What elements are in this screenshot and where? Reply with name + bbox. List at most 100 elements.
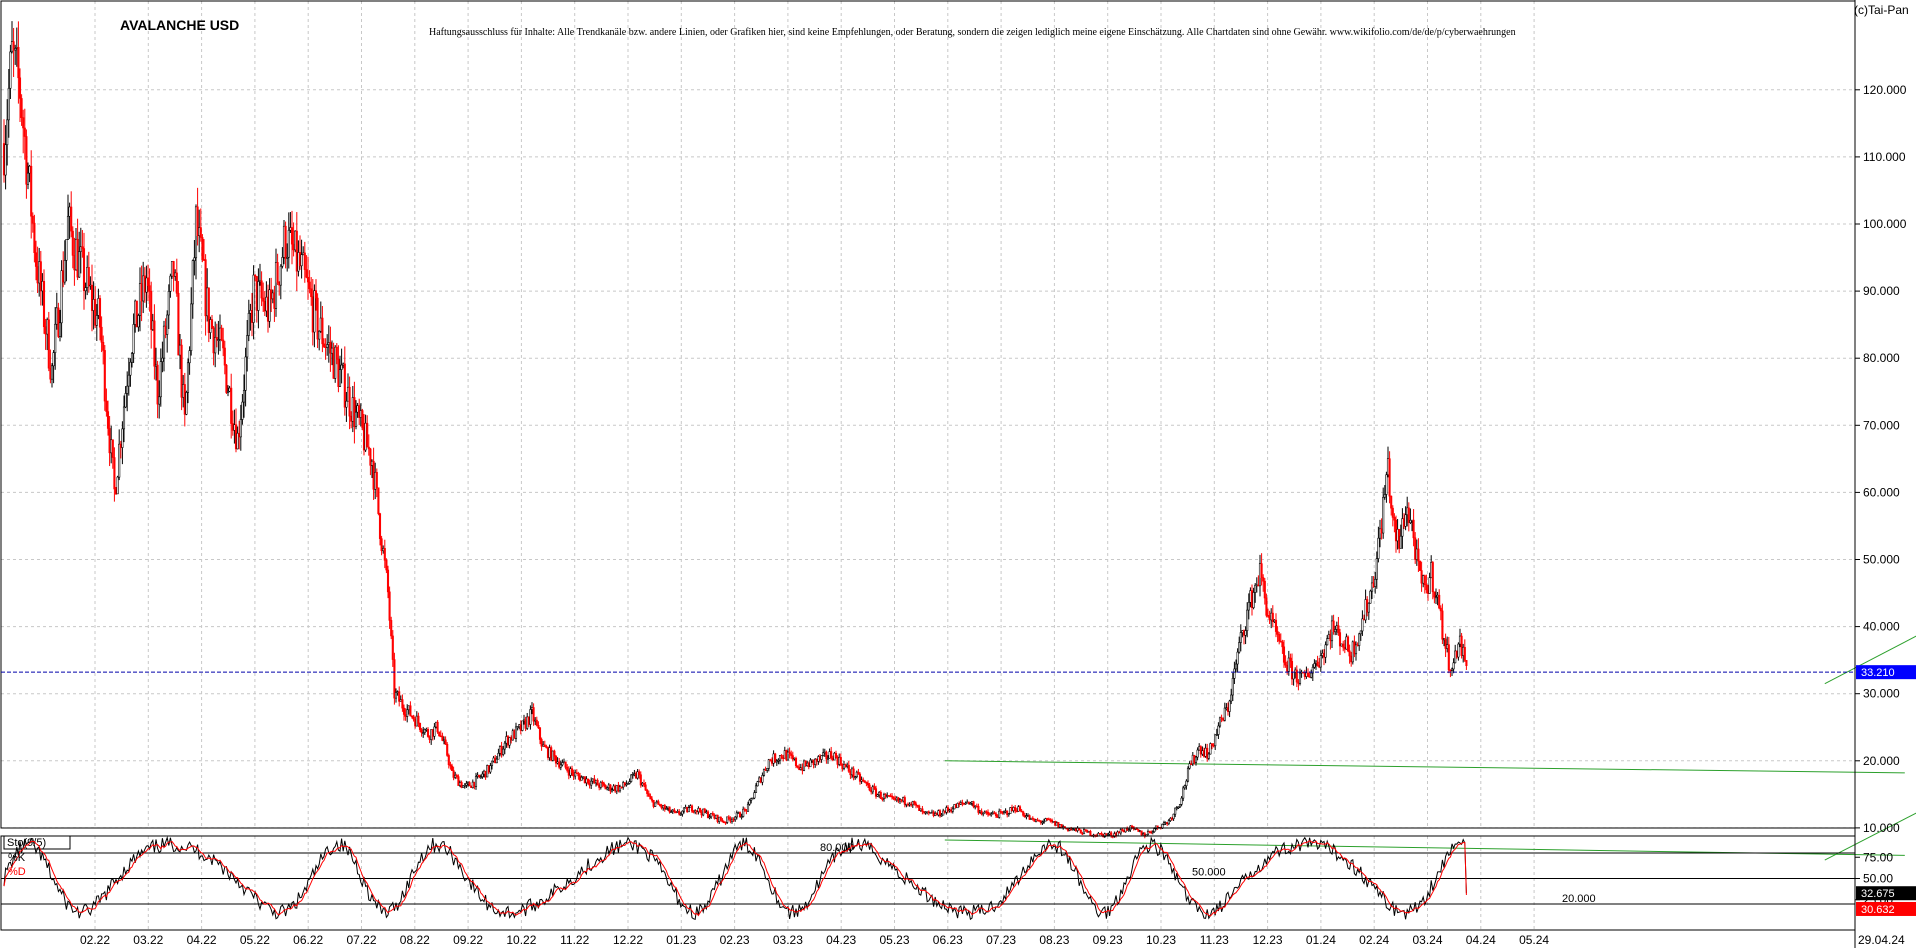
- candle-body: [1177, 806, 1180, 809]
- candle-body: [404, 714, 407, 717]
- candle-body: [122, 406, 126, 430]
- candle-body: [1137, 829, 1140, 832]
- candle-body: [4, 144, 7, 176]
- candle-body: [505, 736, 508, 744]
- candle-body: [81, 246, 84, 249]
- candle-body: [282, 225, 286, 258]
- candle-body: [863, 780, 866, 783]
- candle-body: [934, 813, 937, 816]
- candle-body: [1033, 818, 1036, 822]
- candle-body: [233, 424, 236, 431]
- candle-body: [622, 782, 625, 788]
- candle-body: [490, 760, 494, 766]
- candle-body: [169, 275, 172, 292]
- candle-body: [1281, 641, 1284, 648]
- candle-body: [1140, 830, 1143, 836]
- candle-body: [1382, 496, 1385, 534]
- candle-body: [311, 296, 314, 333]
- candle-body: [746, 803, 750, 812]
- candle-body: [87, 267, 90, 286]
- candle-body: [201, 237, 204, 260]
- candle-body: [338, 369, 342, 387]
- candle-body: [938, 810, 942, 817]
- candle-body: [943, 810, 946, 813]
- candle-body: [1394, 519, 1398, 542]
- candle-body: [1249, 590, 1252, 603]
- candle-body: [220, 327, 223, 341]
- candle-body: [718, 816, 721, 822]
- candle-body: [484, 770, 487, 778]
- candle-body: [964, 802, 967, 805]
- candle-body: [924, 811, 927, 814]
- candle-body: [775, 760, 778, 763]
- candle-body: [202, 259, 206, 261]
- candle-body: [250, 310, 254, 323]
- candle-body: [438, 731, 441, 737]
- candle-body: [615, 785, 618, 792]
- candle-body: [1182, 787, 1185, 799]
- candle-body: [393, 659, 396, 699]
- candle-body: [1450, 668, 1454, 671]
- candle-body: [436, 721, 439, 733]
- candle-body: [918, 805, 921, 811]
- candle-body: [711, 812, 714, 816]
- candle-body: [1252, 592, 1255, 608]
- candle-body: [818, 756, 822, 760]
- candle-body: [881, 798, 884, 800]
- candle-body: [1210, 743, 1214, 746]
- candle-body: [1380, 528, 1383, 534]
- candle-body: [820, 755, 823, 760]
- candle-body: [1356, 644, 1359, 647]
- candle-body: [919, 808, 922, 811]
- candle-body: [334, 346, 337, 379]
- candle-body: [762, 769, 766, 776]
- candle-body: [583, 776, 586, 784]
- month-label: 12.23: [1253, 933, 1283, 947]
- candle-body: [329, 342, 332, 354]
- candle-body: [580, 777, 583, 781]
- candle-body: [177, 292, 180, 356]
- candle-body: [750, 798, 753, 801]
- candle-body: [487, 765, 490, 773]
- candle-body: [1348, 650, 1351, 657]
- candle-body: [591, 778, 594, 782]
- candle-body: [970, 801, 974, 804]
- candle-body: [702, 808, 705, 816]
- candle-body: [134, 300, 137, 325]
- candle-body: [194, 206, 198, 259]
- candle-body: [362, 427, 366, 451]
- candle-body: [377, 487, 380, 514]
- candle-body: [890, 795, 894, 798]
- candle-body: [1460, 635, 1463, 656]
- candle-body: [308, 281, 311, 290]
- candle-body: [1066, 827, 1070, 831]
- candle-body: [417, 715, 420, 724]
- candle-body: [342, 363, 345, 366]
- candle-body: [434, 721, 438, 728]
- candle-body: [927, 811, 930, 814]
- candle-body: [657, 801, 660, 805]
- candle-body: [1047, 818, 1050, 821]
- candle-body: [1297, 681, 1300, 684]
- candle-body: [566, 766, 569, 771]
- candle-body: [692, 810, 695, 813]
- candle-body: [594, 779, 598, 784]
- month-label: 02.23: [720, 933, 750, 947]
- candle-body: [57, 307, 60, 337]
- candle-body: [793, 757, 796, 760]
- candle-body: [108, 428, 111, 454]
- candle-body: [199, 227, 202, 238]
- candle-body: [25, 136, 28, 185]
- candle-body: [252, 274, 255, 323]
- candle-body: [626, 783, 630, 785]
- candle-body: [1345, 636, 1348, 650]
- candle-body: [372, 460, 375, 490]
- candle-body: [1193, 754, 1196, 763]
- candle-body: [609, 784, 612, 792]
- candle-body: [761, 775, 764, 783]
- candle-body: [951, 808, 954, 812]
- candle-body: [1436, 594, 1439, 598]
- candle-body: [895, 797, 898, 801]
- candle-body: [1444, 638, 1447, 649]
- candle-body: [428, 736, 431, 740]
